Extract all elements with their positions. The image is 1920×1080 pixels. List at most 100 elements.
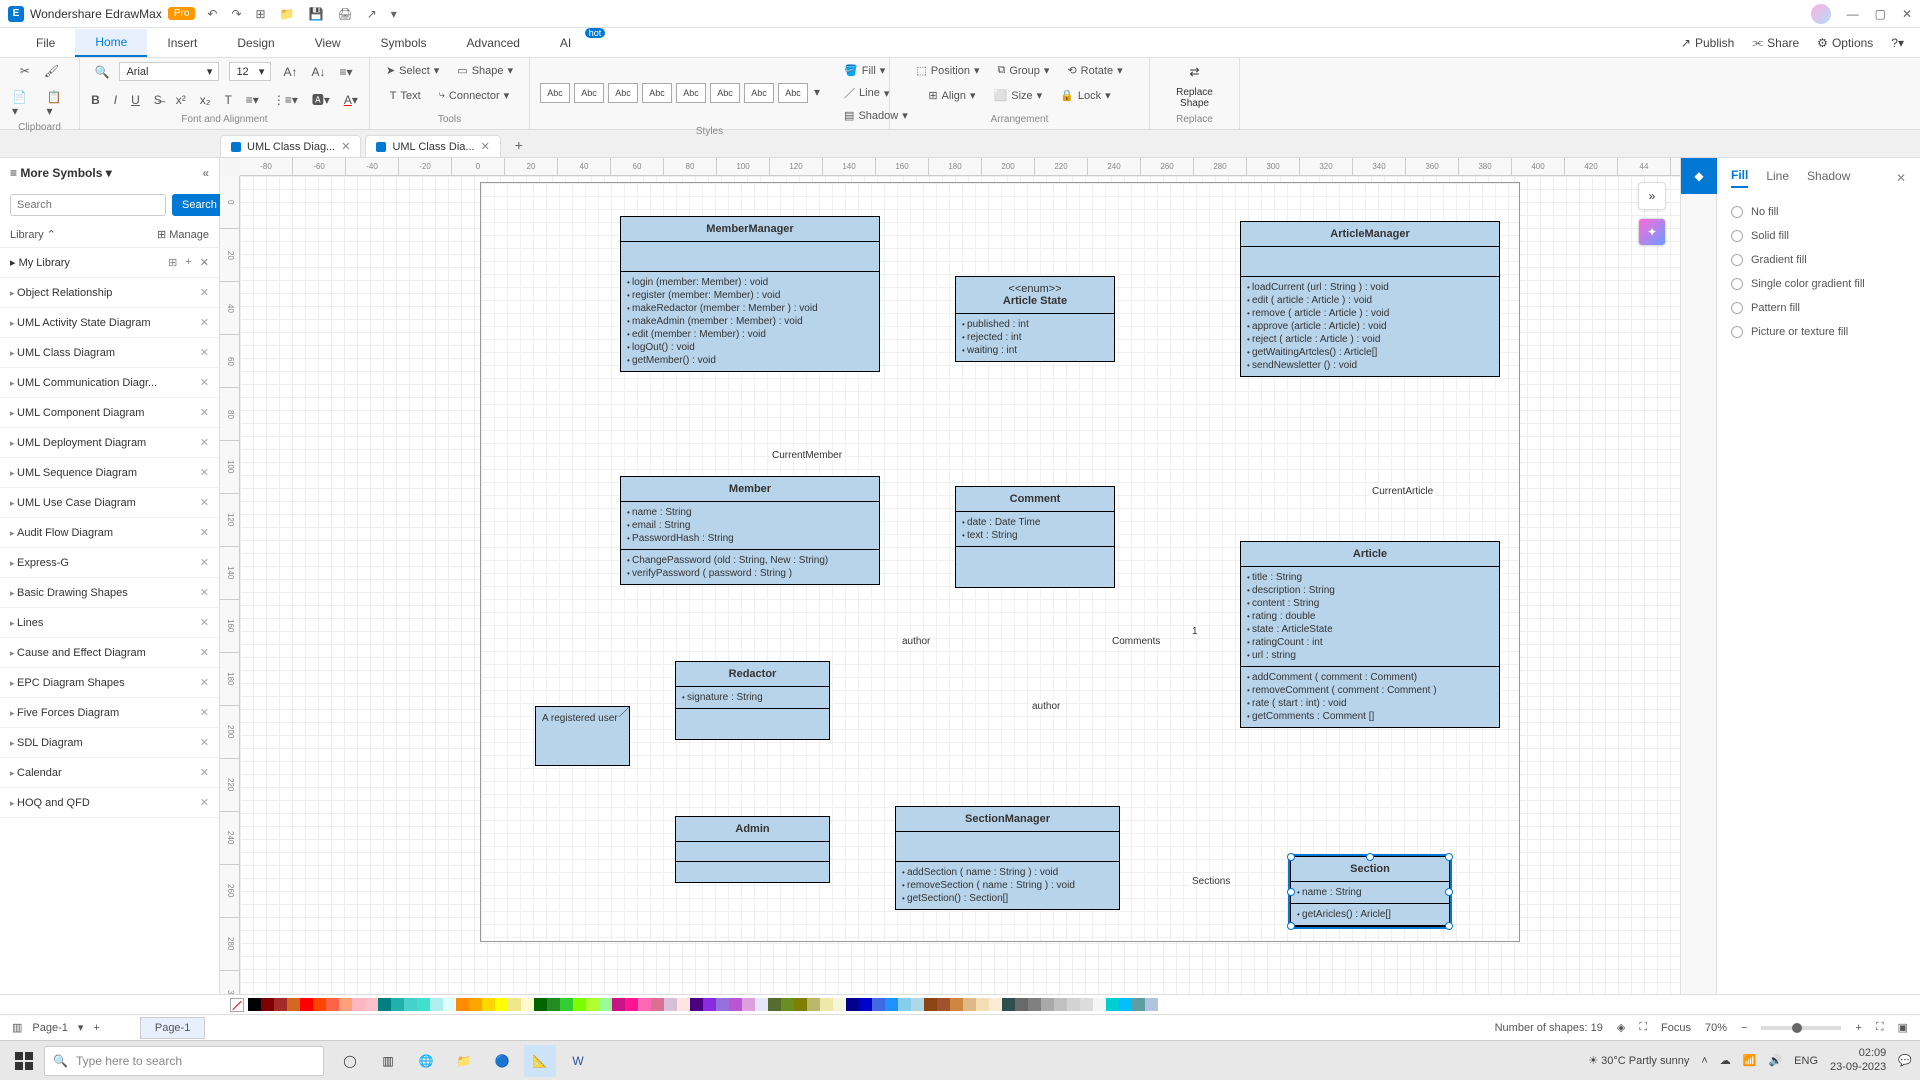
font-size-select[interactable]: 12▾ — [229, 62, 271, 81]
cat-close-icon[interactable]: ✕ — [200, 376, 209, 389]
color-swatch[interactable] — [716, 998, 729, 1011]
shape-tool[interactable]: ▭Shape▾ — [453, 62, 517, 79]
format-painter-icon[interactable]: 🖌 — [42, 62, 61, 80]
bullets-icon[interactable]: ⋮≡▾ — [271, 91, 300, 109]
export-icon[interactable]: ↗ — [367, 7, 377, 21]
doc-tab[interactable]: UML Class Dia...✕ — [365, 135, 500, 157]
fill-option[interactable]: Picture or texture fill — [1731, 320, 1906, 344]
tray-sound-icon[interactable]: 🔊 — [1768, 1054, 1782, 1067]
options-button[interactable]: ⚙Options — [1817, 36, 1873, 50]
lock-menu[interactable]: 🔒Lock▾ — [1056, 87, 1114, 104]
fill-tab[interactable]: Fill — [1731, 168, 1748, 188]
color-swatch[interactable] — [586, 998, 599, 1011]
color-swatch[interactable] — [755, 998, 768, 1011]
color-swatch[interactable] — [898, 998, 911, 1011]
cat-close-icon[interactable]: ✕ — [200, 526, 209, 539]
color-swatch[interactable] — [1093, 998, 1106, 1011]
cat-close-icon[interactable]: ✕ — [200, 286, 209, 299]
no-color-swatch[interactable] — [230, 998, 244, 1012]
tb-edrawmax-icon[interactable]: 📐 — [524, 1045, 556, 1077]
category-item[interactable]: HOQ and QFD✕ — [0, 788, 219, 818]
color-swatch[interactable] — [651, 998, 664, 1011]
add-tab-button[interactable]: + — [505, 133, 533, 157]
page-dropdown-icon[interactable]: ▾ — [78, 1021, 84, 1034]
strike-icon[interactable]: S̶ — [152, 91, 164, 109]
page-nav-icon[interactable]: ▥ — [12, 1021, 22, 1034]
position-menu[interactable]: ⬚Position▾ — [912, 62, 983, 79]
focus-label[interactable]: Focus — [1661, 1022, 1691, 1034]
color-swatch[interactable] — [1054, 998, 1067, 1011]
color-swatch[interactable] — [794, 998, 807, 1011]
symbol-search-button[interactable]: Search — [172, 194, 227, 216]
tb-cortana-icon[interactable]: ◯ — [334, 1045, 366, 1077]
color-swatch[interactable] — [365, 998, 378, 1011]
category-item[interactable]: UML Deployment Diagram✕ — [0, 428, 219, 458]
style-preset[interactable]: Abc — [676, 83, 706, 103]
category-item[interactable]: EPC Diagram Shapes✕ — [0, 668, 219, 698]
category-item[interactable]: UML Use Case Diagram✕ — [0, 488, 219, 518]
menu-view[interactable]: View — [295, 30, 361, 56]
color-swatch[interactable] — [1041, 998, 1054, 1011]
notifications-icon[interactable]: 💬 — [1898, 1054, 1912, 1067]
uml-class-redactor[interactable]: Redactor signature : String — [675, 661, 830, 740]
my-library-item[interactable]: ▸ My Library — [10, 256, 70, 269]
subscript-icon[interactable]: x₂ — [198, 91, 213, 109]
shadow-tab[interactable]: Shadow — [1807, 169, 1850, 187]
underline-icon[interactable]: U — [129, 91, 142, 109]
menu-home[interactable]: Home — [75, 29, 147, 57]
undo-icon[interactable]: ↶ — [207, 7, 217, 21]
tab-close-icon[interactable]: ✕ — [481, 140, 490, 153]
color-swatch[interactable] — [313, 998, 326, 1011]
tray-chevron-icon[interactable]: ˄ — [1701, 1055, 1707, 1067]
fill-option[interactable]: Pattern fill — [1731, 296, 1906, 320]
cat-close-icon[interactable]: ✕ — [200, 676, 209, 689]
category-item[interactable]: Five Forces Diagram✕ — [0, 698, 219, 728]
color-swatch[interactable] — [742, 998, 755, 1011]
tray-lang-icon[interactable]: ENG — [1794, 1055, 1818, 1067]
color-swatch[interactable] — [664, 998, 677, 1011]
focus-icon[interactable]: ⛶ — [1639, 1021, 1647, 1034]
cat-close-icon[interactable]: ✕ — [200, 796, 209, 809]
color-swatch[interactable] — [508, 998, 521, 1011]
format-tab-icon[interactable]: ◆ — [1681, 158, 1717, 194]
new-icon[interactable]: ⊞ — [256, 7, 266, 21]
category-item[interactable]: UML Sequence Diagram✕ — [0, 458, 219, 488]
tray-wifi-icon[interactable]: 📶 — [1743, 1054, 1757, 1067]
cat-close-icon[interactable]: ✕ — [200, 586, 209, 599]
color-swatch[interactable] — [937, 998, 950, 1011]
color-swatch[interactable] — [430, 998, 443, 1011]
uml-class-admin[interactable]: Admin — [675, 816, 830, 883]
color-swatch[interactable] — [352, 998, 365, 1011]
style-preset[interactable]: Abc — [540, 83, 570, 103]
tb-explorer-icon[interactable]: 📁 — [448, 1045, 480, 1077]
symbol-search-input[interactable] — [10, 194, 166, 216]
menu-insert[interactable]: Insert — [147, 30, 217, 56]
doc-tab[interactable]: UML Class Diag...✕ — [220, 135, 361, 157]
color-swatch[interactable] — [729, 998, 742, 1011]
menu-advanced[interactable]: Advanced — [447, 30, 540, 56]
tb-edge-icon[interactable]: 🌐 — [410, 1045, 442, 1077]
color-swatch[interactable] — [404, 998, 417, 1011]
cat-close-icon[interactable]: ✕ — [200, 616, 209, 629]
menu-symbols[interactable]: Symbols — [361, 30, 447, 56]
decrease-font-icon[interactable]: A↓ — [309, 63, 327, 81]
save-icon[interactable]: 💾 — [309, 7, 324, 21]
category-item[interactable]: Lines✕ — [0, 608, 219, 638]
color-swatch[interactable] — [1145, 998, 1158, 1011]
color-swatch[interactable] — [573, 998, 586, 1011]
page-select[interactable]: Page-1 — [32, 1022, 67, 1034]
color-swatch[interactable] — [1119, 998, 1132, 1011]
paste-icon[interactable]: 📋▾ — [45, 88, 70, 120]
font-color-icon[interactable]: A▾ — [342, 91, 360, 109]
superscript-icon[interactable]: x² — [174, 91, 188, 109]
category-item[interactable]: Audit Flow Diagram✕ — [0, 518, 219, 548]
color-swatch[interactable] — [378, 998, 391, 1011]
help-button[interactable]: ?▾ — [1891, 36, 1904, 50]
text-tool[interactable]: TText — [386, 88, 425, 104]
tray-onedrive-icon[interactable]: ☁ — [1720, 1054, 1731, 1067]
uml-class-articlestate[interactable]: <<enum>>Article State published : intrej… — [955, 276, 1115, 362]
uml-class-articlemanager[interactable]: ArticleManager loadCurrent (url : String… — [1240, 221, 1500, 377]
color-swatch[interactable] — [1067, 998, 1080, 1011]
color-swatch[interactable] — [768, 998, 781, 1011]
open-icon[interactable]: 📁 — [280, 7, 295, 21]
